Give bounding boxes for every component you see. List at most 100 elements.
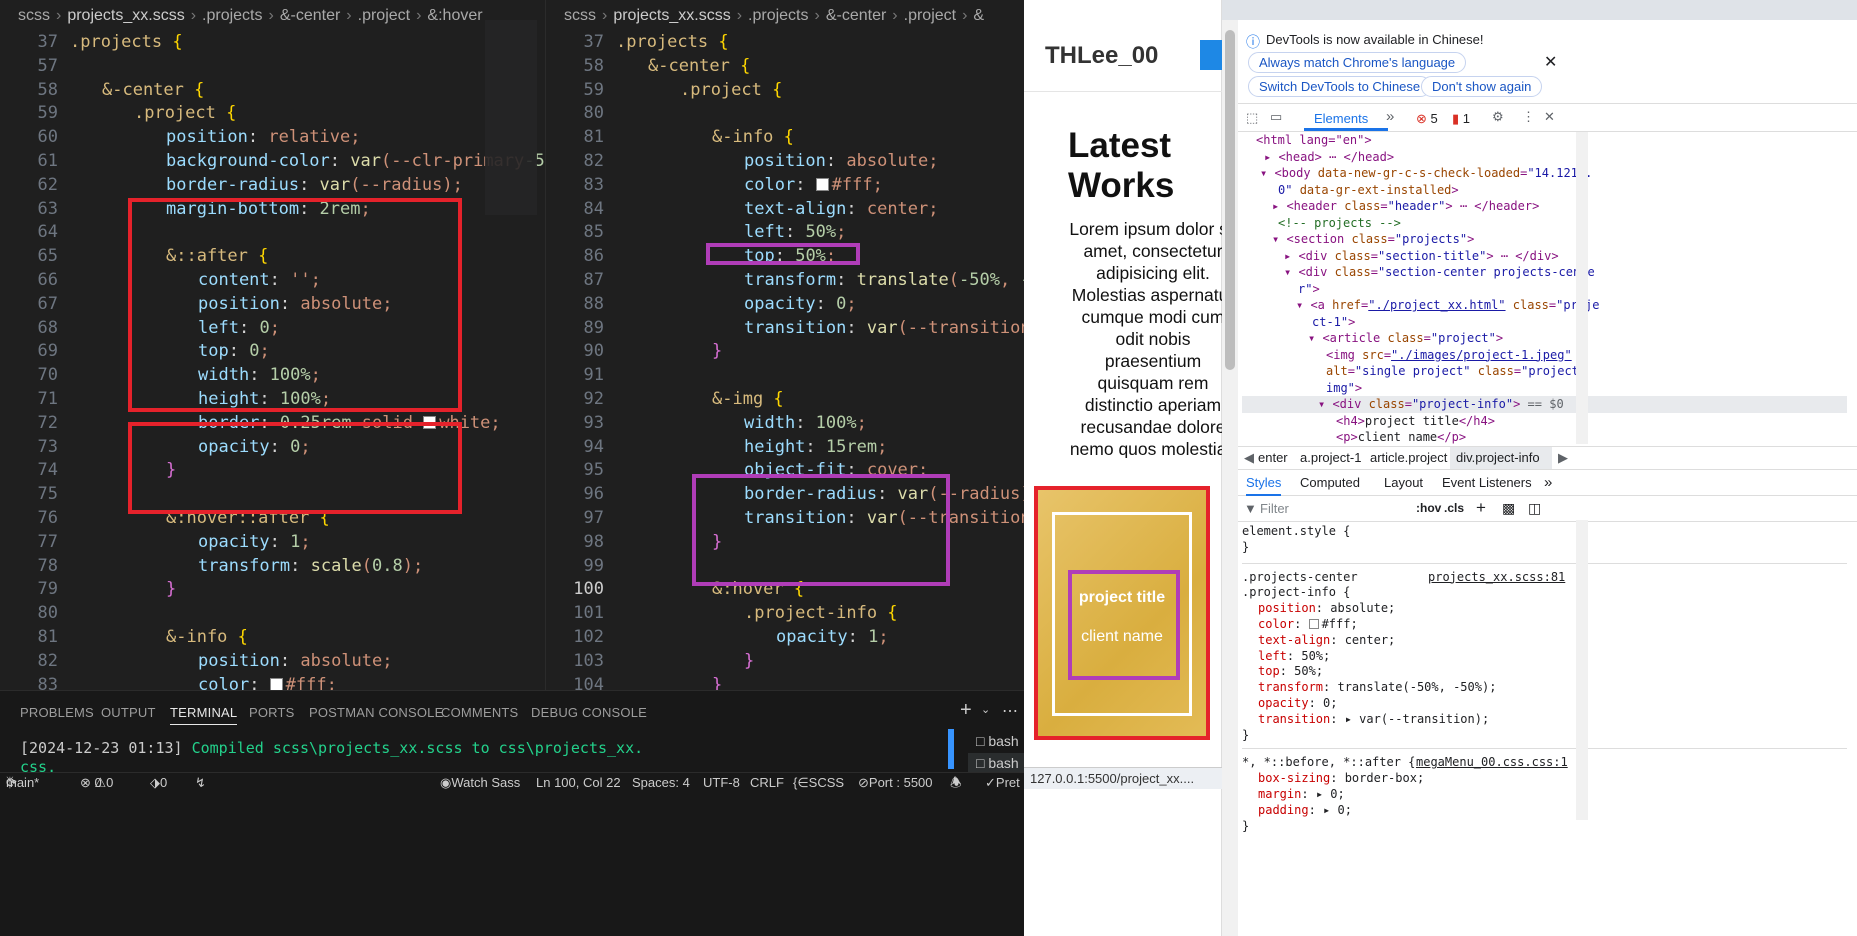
code-line[interactable]: 37 .projects { — [546, 31, 1024, 55]
crumb[interactable]: a.project-1 — [1300, 447, 1361, 469]
breadcrumb-item[interactable]: projects_xx.scss — [67, 7, 184, 24]
crumb-active[interactable]: div.project-info — [1450, 447, 1552, 469]
tab-ports[interactable]: PORTS — [249, 705, 295, 720]
breadcrumb-item[interactable]: &:hover — [427, 7, 482, 24]
styles-pane[interactable]: element.style { } .projects-center .proj… — [1242, 524, 1847, 936]
website-viewport[interactable]: THLee_00 Latest Works Lorem ipsum dolor … — [1024, 0, 1237, 936]
code-line[interactable]: 78 transform: scale(0.8); — [0, 555, 545, 579]
breadcrumb[interactable]: scss › projects_xx.scss › .projects › &-center… — [0, 0, 545, 31]
crumb[interactable]: article.project — [1370, 447, 1447, 469]
left-editor[interactable]: scss › projects_xx.scss › .projects › &-center… — [0, 0, 545, 690]
sidebar-toggle-icon[interactable]: ◫ — [1528, 500, 1541, 517]
dont-show-again-button[interactable]: Don't show again — [1421, 76, 1543, 97]
breadcrumb-item[interactable]: &-center — [280, 7, 340, 24]
branch-status[interactable]: ᛉ main* ⟳ — [6, 773, 39, 793]
add-rule-icon[interactable]: + — [1476, 498, 1486, 518]
lightning-icon[interactable]: ↯ — [195, 773, 206, 793]
tab-debug-console[interactable]: DEBUG CONSOLE — [531, 705, 647, 720]
hov-toggle[interactable]: :hov — [1416, 501, 1441, 515]
ports-status[interactable]: ⬗ 0 — [150, 773, 167, 793]
kebab-menu-icon[interactable]: ⋮ — [1522, 109, 1535, 125]
css-declaration[interactable]: margin: ▸ 0; — [1242, 787, 1847, 803]
code-line[interactable]: 37 .projects { — [0, 31, 545, 55]
css-declaration[interactable]: position: absolute; — [1242, 601, 1847, 617]
tab-terminal[interactable]: TERMINAL — [170, 705, 238, 725]
error-count[interactable]: ⊗ 5 — [1416, 111, 1438, 127]
tab-event-listeners[interactable]: Event Listeners — [1442, 472, 1532, 494]
code-line[interactable]: 81 &-info { — [546, 126, 1024, 150]
css-declaration[interactable]: padding: ▸ 0; — [1242, 803, 1847, 819]
code-line[interactable]: 60 position: relative; — [0, 126, 545, 150]
watch-sass-button[interactable]: ◉ Watch Sass — [440, 773, 520, 793]
tab-elements[interactable]: Elements — [1314, 111, 1368, 126]
crumb[interactable]: enter — [1258, 447, 1288, 469]
device-toggle-icon[interactable]: ▭ — [1270, 109, 1282, 125]
code-line[interactable]: 82 position: absolute; — [0, 650, 545, 674]
breadcrumb-item[interactable]: projects_xx.scss — [613, 7, 730, 24]
tab-styles[interactable]: Styles — [1246, 472, 1282, 496]
css-declaration[interactable]: transform: translate(-50%, -50%); — [1242, 680, 1847, 696]
breadcrumb-item[interactable]: & — [973, 7, 984, 24]
css-declaration[interactable]: left: 50%; — [1242, 649, 1847, 665]
tab-postman-console[interactable]: POSTMAN CONSOLE — [309, 705, 443, 720]
css-declaration[interactable]: top: 50%; — [1242, 664, 1847, 680]
tab-comments[interactable]: COMMENTS — [441, 705, 518, 720]
code-line[interactable]: 101 .project-info { — [546, 602, 1024, 626]
project-card[interactable]: project title client name — [1034, 486, 1210, 740]
page-scrollbar[interactable] — [1222, 20, 1238, 936]
code-line[interactable]: 59 .project { — [546, 78, 1024, 103]
breadcrumb-item[interactable]: scss — [18, 7, 50, 24]
problems-status[interactable]: ⊗ 0 ⚠ 0 — [80, 773, 113, 793]
dom-tree[interactable]: <html lang="en"> ▸ <head> ⋯ </head> ▾ <b… — [1242, 132, 1847, 444]
indent-status[interactable]: Spaces: 4 — [632, 773, 690, 793]
code-line[interactable]: 57 — [0, 55, 545, 79]
tab-computed[interactable]: Computed — [1300, 472, 1360, 494]
css-declaration[interactable]: color: #fff; — [1242, 617, 1847, 633]
code-line[interactable]: 104} — [546, 674, 1024, 690]
menu-toggle-button[interactable] — [1200, 40, 1222, 70]
tab-output[interactable]: OUTPUT — [101, 705, 156, 720]
rule2-source-link[interactable]: megaMenu_00.css.css:1 — [1416, 755, 1568, 771]
code-line[interactable]: 80 — [546, 102, 1024, 126]
code-line[interactable]: 83 color: #fff; — [546, 174, 1024, 198]
breadcrumb-item[interactable]: .projects — [202, 7, 262, 24]
always-match-button[interactable]: Always match Chrome's language — [1248, 52, 1467, 73]
code-lines[interactable]: 37 .projects {58 &-center {59 .project {80 8… — [546, 31, 1024, 690]
rule-source-link[interactable]: projects_xx.scss:81 — [1428, 570, 1565, 586]
language-status[interactable]: {∈ SCSS — [793, 773, 844, 793]
element-style-rule[interactable]: element.style { — [1242, 524, 1847, 540]
paint-icon[interactable]: ▩ — [1502, 500, 1515, 517]
code-line[interactable]: 77 opacity: 1; — [0, 531, 545, 555]
eol-status[interactable]: CRLF — [750, 773, 784, 793]
inspect-icon[interactable]: ⬚ — [1246, 110, 1258, 126]
encoding-status[interactable]: UTF-8 — [703, 773, 740, 793]
issue-count[interactable]: ▮ 1 — [1452, 111, 1470, 127]
breadcrumb-item[interactable]: .project — [904, 7, 956, 24]
code-line[interactable]: 59 .project { — [0, 102, 545, 126]
close-icon[interactable]: ✕ — [1544, 52, 1557, 72]
code-line[interactable]: 83 color: #fff; — [0, 674, 545, 690]
breadcrumb-item[interactable]: .projects — [748, 7, 808, 24]
right-editor[interactable]: scss › projects_xx.scss › .projects › &-center… — [545, 0, 1024, 690]
code-line[interactable]: 80 — [0, 602, 545, 626]
breadcrumb-item[interactable]: .project — [358, 7, 410, 24]
code-line[interactable]: 58 &-center { — [0, 79, 545, 103]
code-line[interactable]: 82 position: absolute; — [546, 150, 1024, 174]
close-devtools-icon[interactable]: ✕ — [1544, 109, 1555, 125]
prettier-status[interactable]: ✓ Pret — [985, 773, 1020, 793]
more-icon[interactable]: » — [1544, 472, 1552, 494]
tab-problems[interactable]: PROBLEMS — [20, 705, 94, 720]
code-line[interactable]: 62 border-radius: var(--radius); — [0, 174, 545, 198]
cls-toggle[interactable]: .cls — [1444, 501, 1464, 515]
bell-icon[interactable]: 🕭 — [950, 773, 962, 793]
terminal-item-bash-1[interactable]: □ bash — [976, 733, 1019, 749]
code-line[interactable]: 88 opacity: 0; — [546, 293, 1024, 317]
filter-input[interactable]: Filter — [1260, 501, 1289, 516]
cursor-position[interactable]: Ln 100, Col 22 — [536, 773, 621, 793]
minimap[interactable] — [485, 20, 537, 215]
code-line[interactable]: 90} — [546, 340, 1024, 364]
terminal-item-bash-2[interactable]: □ bash — [976, 755, 1019, 771]
breadcrumb-item[interactable]: &-center — [826, 7, 886, 24]
code-line[interactable]: 84 text-align: center; — [546, 198, 1024, 222]
tab-layout[interactable]: Layout — [1384, 472, 1423, 494]
